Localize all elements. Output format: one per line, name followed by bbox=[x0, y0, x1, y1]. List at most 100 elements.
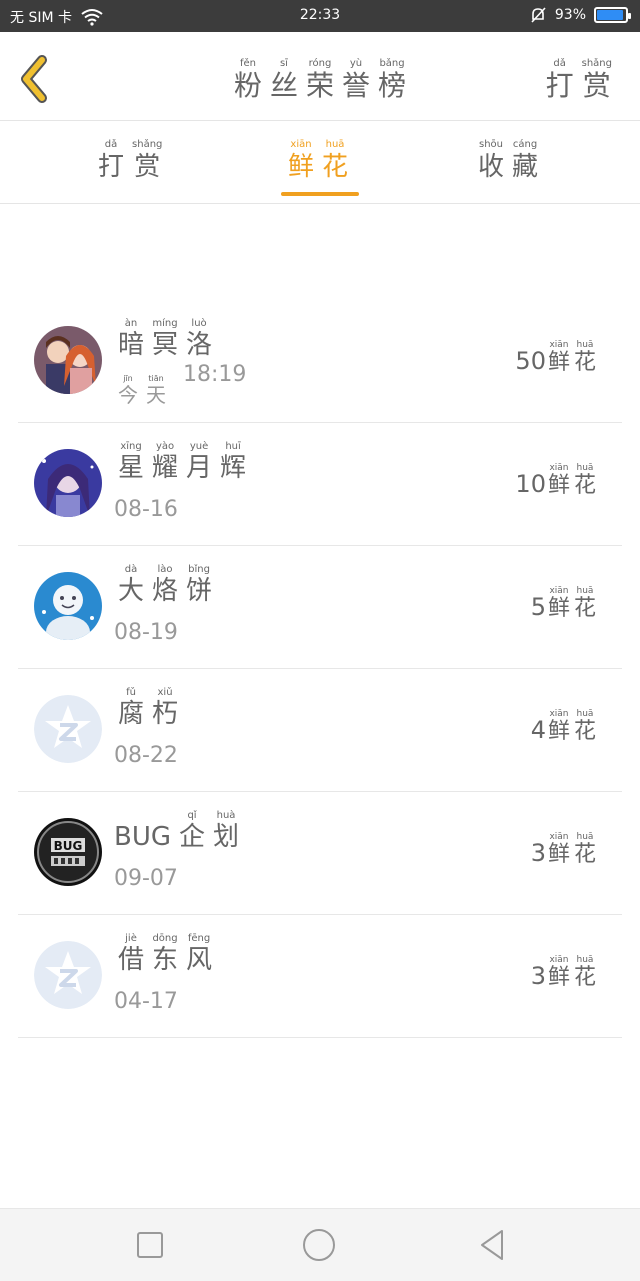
pinyin-text: bǐng bbox=[188, 564, 210, 575]
unit-char: xiān 鲜 bbox=[548, 463, 570, 499]
hanzi-text: 鲜 bbox=[547, 473, 570, 498]
list-item[interactable]: xīng 星 yào 耀 yuè 月 huī 辉 08-16 10 xiān 鲜 huā 花 bbox=[18, 423, 622, 546]
date-char: tiān 天 bbox=[146, 374, 166, 407]
unit-char: huā 花 bbox=[574, 340, 596, 376]
tab-reward[interactable]: dǎ 打 shǎng 赏 bbox=[94, 139, 166, 183]
hanzi-text: 鲜 bbox=[547, 842, 570, 867]
hanzi-text: 饼 bbox=[186, 576, 213, 606]
hanzi-text: 鲜 bbox=[547, 596, 570, 621]
pinyin-text: huā bbox=[576, 586, 594, 596]
svg-text:BUG: BUG bbox=[54, 839, 83, 853]
title-char: bǎng 榜 bbox=[378, 58, 406, 102]
avatar[interactable]: BUG bbox=[34, 818, 102, 886]
list-item[interactable]: fǔ 腐 xiǔ 朽 08-22 4 xiān 鲜 huā 花 bbox=[18, 669, 622, 792]
date-text: 08-22 bbox=[114, 743, 178, 768]
pinyin-text: xiān bbox=[549, 340, 569, 350]
flower-count: 5 xiān 鲜 huā 花 bbox=[531, 586, 598, 622]
hanzi-text: 朽 bbox=[152, 699, 179, 729]
reward-button[interactable]: dǎ 打 shǎng 赏 bbox=[542, 58, 616, 102]
hanzi-text: 花 bbox=[573, 350, 596, 375]
list-item[interactable]: dà 大 lào 烙 bǐng 饼 08-19 5 xiān 鲜 huā 花 bbox=[18, 546, 622, 669]
tab-char: huā 花 bbox=[322, 139, 348, 183]
unit-char: huā 花 bbox=[574, 463, 596, 499]
triangle-back-icon[interactable] bbox=[474, 1227, 510, 1263]
pinyin-text: yào bbox=[155, 441, 175, 452]
name-char: huī 辉 bbox=[220, 441, 246, 483]
pinyin-text: huā bbox=[576, 709, 594, 719]
hanzi-text: 花 bbox=[322, 152, 349, 182]
pinyin-text: qǐ bbox=[187, 810, 197, 821]
hanzi-text: 鲜 bbox=[288, 152, 315, 182]
pinyin-text: huā bbox=[576, 955, 594, 965]
list-item[interactable]: àn 暗 míng 冥 luò 洛 jīn 今 tiān 天 18:19 50 xiān 鲜 huā 花 bbox=[18, 300, 622, 423]
count-number: 50 bbox=[515, 347, 546, 375]
title-char: yù 誉 bbox=[342, 58, 370, 102]
hanzi-text: 烙 bbox=[152, 576, 179, 606]
hanzi-text: 洛 bbox=[186, 330, 213, 360]
pinyin-text: huà bbox=[216, 810, 236, 821]
pinyin-text: xiān bbox=[549, 586, 569, 596]
tab-flowers[interactable]: xiān 鲜 huā 花 bbox=[284, 139, 352, 183]
name-char: fēng 风 bbox=[186, 933, 212, 975]
hanzi-text: 赏 bbox=[582, 69, 611, 102]
hanzi-text: 榜 bbox=[378, 69, 407, 102]
pinyin-text: xiān bbox=[290, 139, 312, 150]
date-char: jīn 今 bbox=[118, 374, 138, 407]
tab-favorites[interactable]: shōu 收 cáng 藏 bbox=[474, 139, 542, 183]
user-name: àn 暗 míng 冥 luò 洛 bbox=[114, 318, 216, 360]
hanzi-text: 花 bbox=[573, 965, 596, 990]
bell-muted-icon bbox=[531, 7, 546, 23]
pinyin-text: huā bbox=[576, 832, 594, 842]
avatar[interactable] bbox=[34, 941, 102, 1009]
hanzi-text: 借 bbox=[118, 945, 145, 975]
user-name: jiè 借 dōng 东 fēng 风 bbox=[114, 933, 216, 975]
pinyin-text: xiān bbox=[549, 709, 569, 719]
pinyin-text: huā bbox=[576, 463, 594, 473]
unit-char: xiān 鲜 bbox=[548, 709, 570, 745]
list-item[interactable]: BUG BUG qǐ 企 huà 划 09-07 3 xiān 鲜 huā 花 bbox=[18, 792, 622, 915]
count-number: 4 bbox=[530, 716, 546, 744]
square-icon[interactable] bbox=[132, 1227, 168, 1263]
title-char: fěn 粉 bbox=[234, 58, 262, 102]
flower-count: 4 xiān 鲜 huā 花 bbox=[531, 709, 598, 745]
hanzi-text: 鲜 bbox=[547, 965, 570, 990]
pinyin-text: shōu bbox=[479, 139, 504, 150]
pinyin-text: huā bbox=[576, 340, 594, 350]
name-char: qǐ 企 bbox=[179, 810, 205, 852]
pinyin-text: àn bbox=[124, 318, 138, 329]
status-bar: 无 SIM 卡 22:33 93% bbox=[0, 0, 640, 32]
avatar[interactable] bbox=[34, 695, 102, 763]
name-char: huà 划 bbox=[213, 810, 239, 852]
name-char: dà 大 bbox=[118, 564, 144, 606]
name-char: yào 耀 bbox=[152, 441, 178, 483]
name-char: luò 洛 bbox=[186, 318, 212, 360]
reward-char: shǎng 赏 bbox=[582, 58, 612, 102]
tab-char: xiān 鲜 bbox=[288, 139, 314, 183]
avatar[interactable] bbox=[34, 572, 102, 640]
pinyin-text: tiān bbox=[148, 374, 164, 383]
list-item[interactable]: jiè 借 dōng 东 fēng 风 04-17 3 xiān 鲜 huā 花 bbox=[18, 915, 622, 1038]
pinyin-text: huā bbox=[325, 139, 345, 150]
name-char: yuè 月 bbox=[186, 441, 212, 483]
fans-list: àn 暗 míng 冥 luò 洛 jīn 今 tiān 天 18:19 50 xiān 鲜 huā 花 xī… bbox=[18, 300, 622, 1038]
pinyin-text: huī bbox=[225, 441, 241, 452]
user-name: fǔ 腐 xiǔ 朽 bbox=[114, 687, 182, 729]
circle-icon[interactable] bbox=[301, 1227, 337, 1263]
hanzi-text: 星 bbox=[118, 453, 145, 483]
hanzi-text: 冥 bbox=[152, 330, 179, 360]
date-text: 09-07 bbox=[114, 866, 178, 891]
avatar[interactable] bbox=[34, 326, 102, 394]
hanzi-text: 鲜 bbox=[547, 350, 570, 375]
reward-char: dǎ 打 bbox=[546, 58, 574, 102]
tab-char: dǎ 打 bbox=[98, 139, 124, 183]
hanzi-text: 打 bbox=[545, 69, 574, 102]
battery-icon bbox=[594, 7, 631, 23]
avatar[interactable] bbox=[34, 449, 102, 517]
pinyin-text: fēng bbox=[187, 933, 211, 944]
flower-count: 3 xiān 鲜 huā 花 bbox=[531, 955, 598, 991]
title-char: róng 荣 bbox=[306, 58, 334, 102]
pinyin-text: xiān bbox=[549, 463, 569, 473]
clock-text: 22:33 bbox=[299, 7, 341, 23]
pinyin-text: dǎ bbox=[104, 139, 118, 150]
hanzi-text: 收 bbox=[478, 152, 505, 182]
